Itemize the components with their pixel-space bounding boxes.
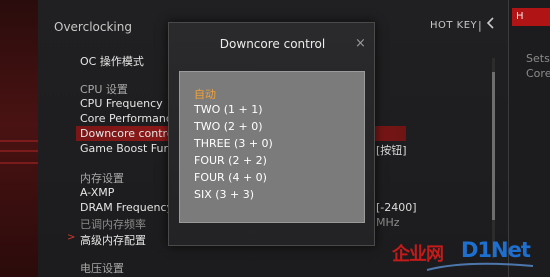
adjusted-frequency-value: MHz <box>376 216 400 229</box>
option-auto[interactable]: 自动 <box>194 86 216 102</box>
option-two-2-0[interactable]: TWO (2 + 0) <box>194 120 263 133</box>
option-two-1-1[interactable]: TWO (1 + 1) <box>194 103 263 116</box>
hotkey-button[interactable]: HOT KEY <box>430 20 477 31</box>
option-three-3-0[interactable]: THREE (3 + 0) <box>194 137 273 150</box>
menu-item-adjusted-frequency: 已调内存频率 <box>80 218 146 231</box>
menu-header-cpu: CPU 设置 <box>80 83 128 96</box>
watermark-swoosh <box>426 262 534 271</box>
option-six-3-3[interactable]: SIX (3 + 3) <box>194 188 254 201</box>
close-icon[interactable]: × <box>355 37 366 51</box>
decor-stripe <box>0 140 38 142</box>
menu-item-advanced-memory[interactable]: 高级内存配置 <box>80 232 146 248</box>
page-title: Overclocking <box>54 20 132 34</box>
help-text-line: Core <box>526 67 550 80</box>
dialog-title: Downcore control <box>219 37 326 51</box>
decor-stripe <box>0 162 38 164</box>
menu-item-axmp[interactable]: A-XMP <box>80 186 114 199</box>
option-four-2-2[interactable]: FOUR (2 + 2) <box>194 154 267 167</box>
game-boost-value[interactable]: [按钮] <box>376 142 407 158</box>
back-arrow-icon[interactable] <box>486 17 496 33</box>
menu-header-voltage: 电压设置 <box>80 262 124 275</box>
help-text-line: Sets <box>526 52 550 65</box>
menu-header-memory: 内存设置 <box>80 172 124 185</box>
options-list: 自动 TWO (1 + 1) TWO (2 + 0) THREE (3 + 0)… <box>179 71 365 223</box>
decor-stripe <box>0 150 38 152</box>
left-decoration <box>0 0 38 277</box>
submenu-arrow-icon: > <box>67 232 76 243</box>
scrollbar-thumb[interactable] <box>492 72 495 220</box>
header-separator: | <box>478 19 482 32</box>
menu-item-oc-mode[interactable]: OC 操作模式 <box>80 53 144 69</box>
option-four-4-0[interactable]: FOUR (4 + 0) <box>194 171 267 184</box>
menu-item-downcore-control[interactable]: Downcore control <box>80 127 177 140</box>
dram-frequency-value[interactable]: [-2400] <box>376 201 417 214</box>
help-tab[interactable]: H <box>512 8 550 26</box>
help-panel <box>508 0 550 277</box>
menu-item-game-boost[interactable]: Game Boost Func <box>80 142 177 155</box>
menu-item-core-performance[interactable]: Core Performance <box>80 112 179 125</box>
menu-item-cpu-frequency[interactable]: CPU Frequency <box>80 97 163 110</box>
downcore-dialog: Downcore control × 自动 TWO (1 + 1) TWO (2… <box>168 22 375 246</box>
menu-item-dram-frequency[interactable]: DRAM Frequency <box>80 201 173 214</box>
